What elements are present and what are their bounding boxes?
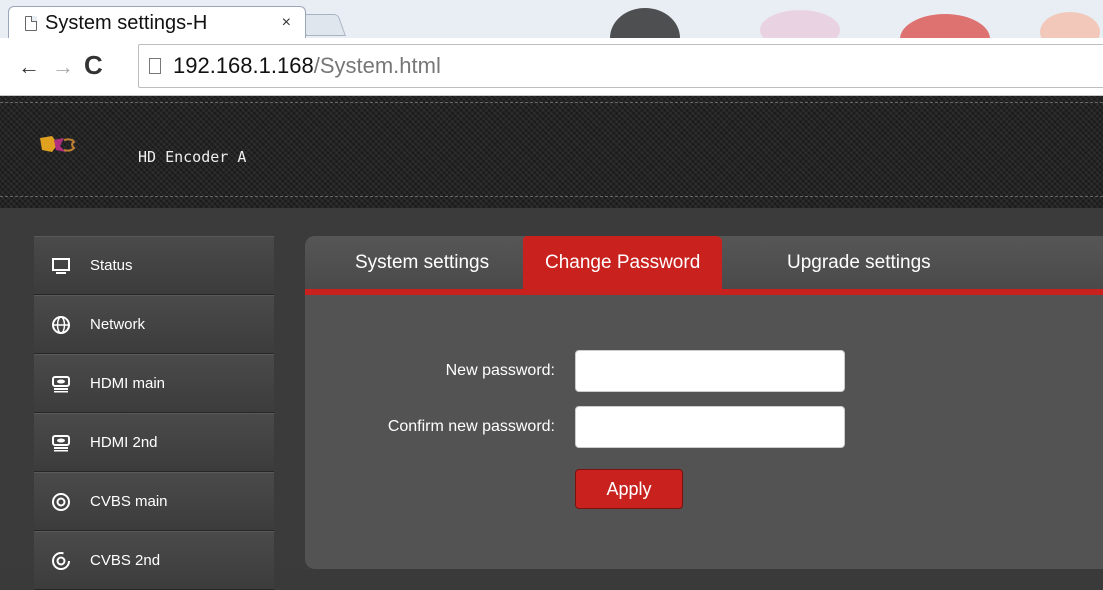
- new-password-label: New password:: [445, 362, 555, 379]
- sidebar-item-cvbs-2nd[interactable]: CVBS 2nd: [34, 531, 274, 590]
- sidebar-item-label: HDMI main: [90, 375, 166, 392]
- sidebar-item-hdmi-main[interactable]: HDMI main: [34, 354, 274, 413]
- globe-icon: [50, 314, 72, 336]
- sidebar-item-label: CVBS 2nd: [90, 552, 161, 569]
- panel-tabs: System settings Change Password Upgrade …: [305, 236, 1103, 295]
- tabstrip-background-decoration: [900, 14, 990, 38]
- confirm-password-label: Confirm new password:: [387, 418, 555, 435]
- header-divider: [0, 196, 1103, 197]
- page-icon: [149, 58, 161, 74]
- tabstrip-background-decoration: [1040, 12, 1100, 38]
- tab-change-password[interactable]: Change Password: [523, 236, 723, 289]
- monitor-icon: [50, 255, 72, 277]
- main-content: Status Network HDMI main HDMI 2nd CVBS m…: [0, 208, 1103, 590]
- confirm-password-input[interactable]: [575, 406, 845, 448]
- browser-tabstrip: System settings-H ×: [0, 0, 1103, 38]
- browser-toolbar: ← → C 192.168.1.168 /System.html: [0, 38, 1103, 96]
- settings-panel: System settings Change Password Upgrade …: [305, 236, 1103, 569]
- sidebar: Status Network HDMI main HDMI 2nd CVBS m…: [34, 236, 274, 590]
- sidebar-item-label: Network: [90, 316, 146, 333]
- new-password-row: New password:: [305, 350, 845, 392]
- device-name: HD Encoder A: [138, 148, 247, 166]
- new-password-input[interactable]: [575, 350, 845, 392]
- sidebar-item-hdmi-2nd[interactable]: HDMI 2nd: [34, 413, 274, 472]
- sidebar-item-label: CVBS main: [90, 493, 168, 510]
- sidebar-item-label: Status: [90, 257, 133, 274]
- browser-tab-title: System settings-H: [45, 12, 208, 34]
- sidebar-item-status[interactable]: Status: [34, 236, 274, 295]
- sidebar-item-label: HDMI 2nd: [90, 434, 158, 451]
- url-path: /System.html: [313, 53, 441, 78]
- address-bar[interactable]: 192.168.1.168 /System.html: [138, 44, 1103, 88]
- tab-upgrade-settings[interactable]: Upgrade settings: [787, 236, 931, 289]
- tab-system-settings[interactable]: System settings: [355, 236, 489, 289]
- hdmi-icon: [50, 432, 72, 454]
- url-host: 192.168.1.168: [173, 53, 314, 78]
- sidebar-item-cvbs-main[interactable]: CVBS main: [34, 472, 274, 531]
- confirm-password-row: Confirm new password:: [305, 406, 845, 448]
- forward-arrow-icon[interactable]: →: [52, 54, 74, 80]
- logo-icon: [40, 136, 76, 152]
- cvbs-icon: [50, 491, 72, 513]
- header-divider: [0, 102, 1103, 103]
- sidebar-item-network[interactable]: Network: [34, 295, 274, 354]
- cvbs-icon: [50, 550, 72, 572]
- reload-icon[interactable]: C: [84, 50, 103, 81]
- tabstrip-background-decoration: [610, 8, 680, 38]
- tab-close-icon[interactable]: ×: [282, 14, 291, 32]
- apply-button[interactable]: Apply: [575, 469, 683, 509]
- back-arrow-icon[interactable]: ←: [18, 54, 40, 80]
- device-header: HD Encoder A: [0, 96, 1103, 208]
- browser-tab[interactable]: System settings-H ×: [8, 6, 306, 38]
- hdmi-icon: [50, 373, 72, 395]
- tabstrip-background-decoration: [760, 10, 840, 38]
- page-icon: [25, 16, 37, 31]
